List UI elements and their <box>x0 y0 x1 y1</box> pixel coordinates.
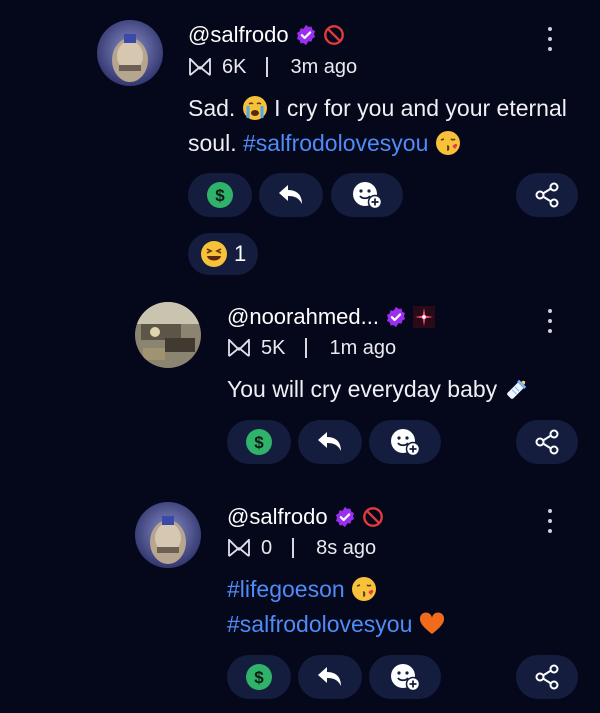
crying-face-emoji <box>242 96 267 120</box>
svg-text:$: $ <box>254 668 264 687</box>
more-options-icon[interactable] <box>545 24 555 54</box>
sparkle-badge-icon <box>412 306 435 328</box>
tip-button[interactable]: $ <box>227 655 291 699</box>
comment-3: @salfrodo 0 8s ago #lifegoeson #salfrodo… <box>0 490 600 713</box>
add-reaction-button[interactable] <box>331 173 403 217</box>
marks-count: 5K <box>261 336 286 359</box>
share-button[interactable] <box>516 173 578 217</box>
tip-button[interactable]: $ <box>227 420 291 464</box>
more-options-icon[interactable] <box>545 306 555 336</box>
tip-button[interactable]: $ <box>188 173 252 217</box>
add-reaction-icon <box>353 182 383 210</box>
marks-logo-icon <box>228 538 250 557</box>
blocked-badge-icon <box>362 507 383 527</box>
add-reaction-icon <box>391 664 421 692</box>
reply-button[interactable] <box>298 420 362 464</box>
marks-logo-icon <box>228 338 250 357</box>
more-options-icon[interactable] <box>545 506 555 536</box>
username[interactable]: @salfrodo <box>188 22 289 48</box>
marks-count: 0 <box>261 536 273 559</box>
comment-text: You will cry everyday baby <box>227 372 587 407</box>
share-button[interactable] <box>516 420 578 464</box>
verified-badge-icon <box>335 506 354 528</box>
comment-text-part: Sad. <box>188 95 242 121</box>
hashtag-link[interactable]: #salfrodolovesyou <box>243 130 428 156</box>
share-icon <box>535 664 559 690</box>
verified-badge-icon <box>296 24 315 46</box>
share-icon <box>535 182 559 208</box>
reaction-chip[interactable]: 1 <box>188 233 259 275</box>
avatar[interactable] <box>135 502 201 568</box>
reaction-count: 1 <box>234 241 247 266</box>
avatar-image <box>97 20 163 86</box>
comment-1: @salfrodo 6K 3m ago Sad. I cry for you a… <box>0 0 600 290</box>
marks-count: 6K <box>222 55 247 78</box>
comment-text: Sad. I cry for you and your eternal soul… <box>188 91 583 161</box>
avatar-image <box>135 302 201 368</box>
dollar-icon: $ <box>246 664 272 690</box>
comment-text: #lifegoeson #salfrodolovesyou <box>227 572 567 642</box>
username[interactable]: @noorahmed... <box>227 304 379 330</box>
marks-logo-icon <box>189 57 211 76</box>
avatar-image <box>135 502 201 568</box>
svg-text:$: $ <box>254 433 264 452</box>
kissing-face-emoji <box>435 131 460 155</box>
hashtag-link[interactable]: #lifegoeson <box>227 576 345 602</box>
dollar-icon: $ <box>246 429 272 455</box>
timestamp: 8s ago <box>316 536 377 559</box>
add-reaction-button[interactable] <box>369 420 441 464</box>
reply-icon <box>318 667 341 686</box>
blocked-badge-icon <box>323 25 344 45</box>
reply-icon <box>279 185 302 204</box>
share-button[interactable] <box>516 655 578 699</box>
username[interactable]: @salfrodo <box>227 504 328 530</box>
reply-icon <box>318 432 341 451</box>
add-reaction-icon <box>391 429 421 457</box>
orange-heart-emoji <box>419 612 444 634</box>
dollar-icon: $ <box>207 182 233 208</box>
divider <box>292 538 295 558</box>
reply-button[interactable] <box>298 655 362 699</box>
svg-text:$: $ <box>215 186 225 205</box>
comment-2: @noorahmed... 5K 1m ago You will cry eve… <box>0 290 600 490</box>
add-reaction-button[interactable] <box>369 655 441 699</box>
comment-text-part: You will cry everyday baby <box>227 376 504 402</box>
hashtag-link[interactable]: #salfrodolovesyou <box>227 611 412 637</box>
timestamp: 3m ago <box>290 55 358 78</box>
avatar[interactable] <box>135 302 201 368</box>
verified-badge-icon <box>386 306 406 328</box>
share-icon <box>535 429 559 455</box>
divider <box>266 57 269 77</box>
laughing-face-emoji <box>201 241 227 267</box>
baby-bottle-emoji <box>506 379 526 399</box>
reply-button[interactable] <box>259 173 323 217</box>
kissing-face-emoji <box>352 577 377 601</box>
timestamp: 1m ago <box>329 336 397 359</box>
avatar[interactable] <box>97 20 163 86</box>
divider <box>305 338 308 358</box>
